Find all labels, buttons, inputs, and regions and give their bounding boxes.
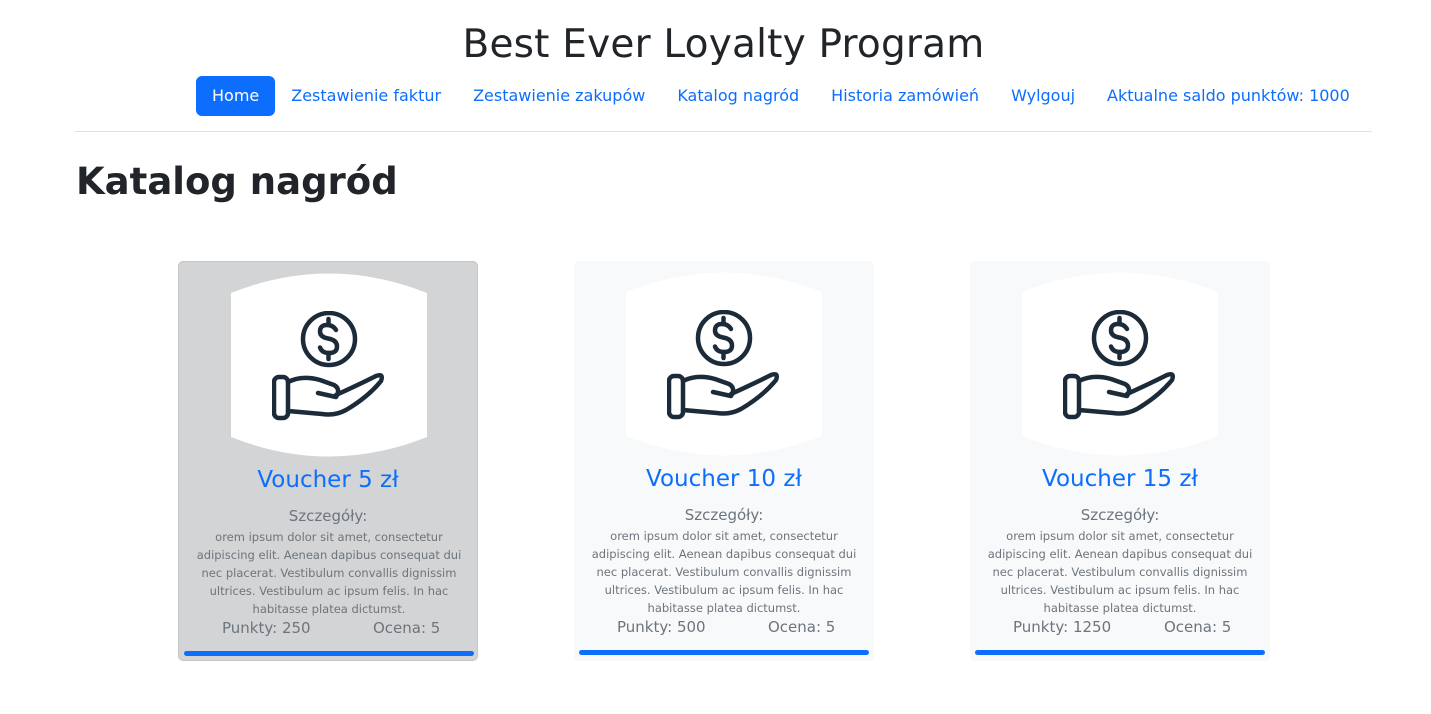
hand-holding-dollar-icon — [1063, 310, 1176, 420]
reward-description: orem ipsum dolor sit amet, consectetur a… — [196, 530, 462, 616]
reward-meta: Punkty: 500 Ocena: 5 — [574, 618, 874, 638]
hand-holding-dollar-icon — [272, 311, 385, 421]
nav-purchases[interactable]: Zestawienie zakupów — [457, 76, 661, 116]
nav-points-balance[interactable]: Aktualne saldo punktów: 1000 — [1091, 76, 1366, 116]
nav-invoices[interactable]: Zestawienie faktur — [275, 76, 457, 116]
reward-rating: Ocena: 5 — [1164, 618, 1232, 636]
page-title: Katalog nagród — [76, 160, 398, 203]
reward-title[interactable]: Voucher 15 zł — [970, 466, 1270, 492]
nav-rewards-catalog[interactable]: Katalog nagród — [661, 76, 815, 116]
reward-description: orem ipsum dolor sit amet, consectetur a… — [591, 529, 857, 615]
details-label: Szczegóły: — [288, 507, 368, 525]
reward-points: Punkty: 250 — [222, 619, 311, 637]
nav-home[interactable]: Home — [196, 76, 276, 116]
nav-order-history[interactable]: Historia zamówień — [815, 76, 995, 116]
nav-logout[interactable]: Wylgouj — [995, 76, 1091, 116]
reward-card-voucher-5[interactable]: Voucher 5 zł Szczegóły: orem ipsum dolor… — [178, 261, 478, 661]
reward-rating: Ocena: 5 — [373, 619, 441, 637]
reward-rating: Ocena: 5 — [768, 618, 836, 636]
reward-image — [1022, 266, 1218, 462]
reward-points: Punkty: 500 — [617, 618, 706, 636]
reward-title[interactable]: Voucher 10 zł — [574, 466, 874, 492]
card-accent-bar — [975, 650, 1265, 655]
reward-card-voucher-15[interactable]: Voucher 15 zł Szczegóły: orem ipsum dolo… — [970, 261, 1270, 661]
card-accent-bar — [579, 650, 869, 655]
reward-image — [231, 267, 427, 463]
reward-meta: Punkty: 250 Ocena: 5 — [179, 619, 477, 639]
reward-meta: Punkty: 1250 Ocena: 5 — [970, 618, 1270, 638]
card-accent-bar — [184, 651, 474, 656]
reward-card-voucher-10[interactable]: Voucher 10 zł Szczegóły: orem ipsum dolo… — [574, 261, 874, 661]
reward-image — [626, 266, 822, 462]
reward-description: orem ipsum dolor sit amet, consectetur a… — [987, 529, 1253, 615]
site-title: Best Ever Loyalty Program — [462, 22, 985, 67]
header-divider — [75, 131, 1372, 132]
reward-title[interactable]: Voucher 5 zł — [179, 467, 477, 493]
details-label: Szczegóły: — [1080, 506, 1160, 524]
details-label: Szczegóły: — [684, 506, 764, 524]
reward-points: Punkty: 1250 — [1013, 618, 1112, 636]
main-nav: Home Zestawienie faktur Zestawienie zaku… — [196, 76, 1366, 116]
hand-holding-dollar-icon — [667, 310, 780, 420]
